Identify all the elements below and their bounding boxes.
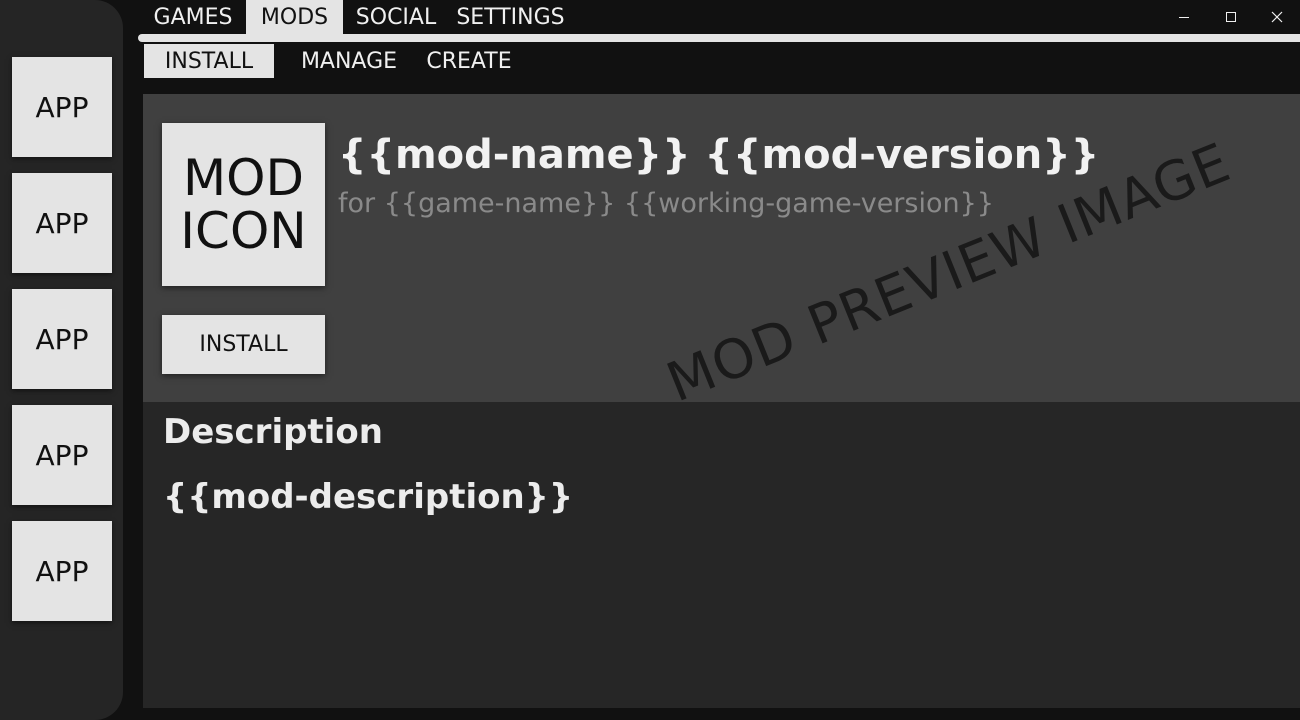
tab-settings[interactable]: SETTINGS — [449, 0, 572, 35]
app-rail: APP APP APP APP APP — [0, 0, 123, 720]
app-button-1[interactable]: APP — [12, 57, 112, 157]
subtab-manage[interactable]: MANAGE — [294, 44, 404, 78]
description-heading: Description — [163, 412, 383, 452]
subtab-install[interactable]: INSTALL — [144, 44, 274, 78]
app-button-3[interactable]: APP — [12, 289, 112, 389]
description-body: {{mod-description}} — [163, 477, 574, 517]
app-button-2[interactable]: APP — [12, 173, 112, 273]
subtab-create[interactable]: CREATE — [420, 44, 518, 78]
mod-icon: MOD ICON — [162, 123, 325, 286]
maximize-icon — [1226, 11, 1236, 22]
mod-preview-banner: MOD PREVIEW IMAGE MOD ICON {{mod-name}} … — [143, 94, 1300, 402]
mod-icon-line-2: ICON — [180, 201, 307, 260]
close-icon — [1271, 11, 1283, 22]
maximize-button[interactable] — [1208, 0, 1254, 33]
mod-detail-panel: MOD PREVIEW IMAGE MOD ICON {{mod-name}} … — [143, 94, 1300, 708]
tab-social[interactable]: SOCIAL — [347, 0, 445, 35]
app-button-5[interactable]: APP — [12, 521, 112, 621]
tab-mods[interactable]: MODS — [246, 0, 343, 35]
minimize-icon — [1179, 16, 1189, 18]
close-button[interactable] — [1254, 0, 1300, 33]
menu-underline — [138, 34, 1300, 42]
mod-title: {{mod-name}} {{mod-version}} — [338, 132, 1100, 178]
app-button-4[interactable]: APP — [12, 405, 112, 505]
minimize-button[interactable] — [1161, 0, 1207, 33]
tab-games[interactable]: GAMES — [143, 0, 243, 35]
mod-subtitle: for {{game-name}} {{working-game-version… — [338, 188, 994, 219]
install-button[interactable]: INSTALL — [162, 315, 325, 374]
mod-icon-line-1: MOD — [182, 148, 304, 207]
